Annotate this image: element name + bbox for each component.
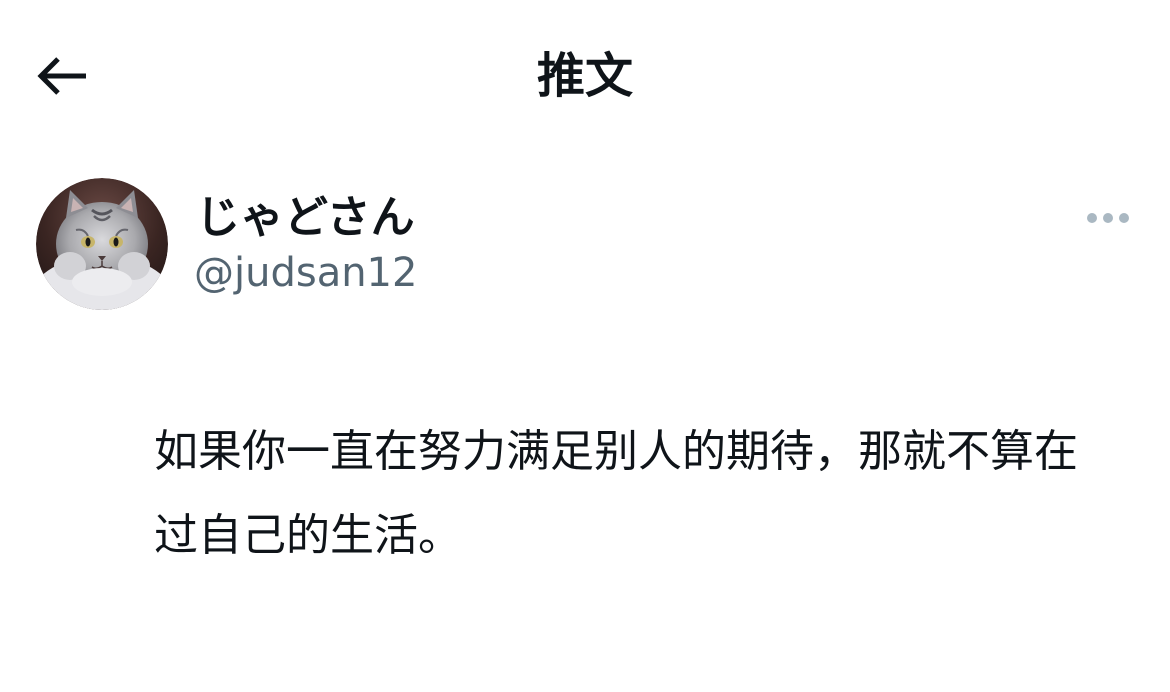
tweet-author: じゃどさん @judsan12 [0, 176, 1170, 316]
author-handle[interactable]: @judsan12 [194, 248, 417, 298]
more-horizontal-icon [1087, 213, 1129, 223]
top-nav-bar: 推文 [0, 0, 1170, 150]
page-title: 推文 [536, 48, 633, 104]
tweet-text: 如果你一直在努力满足别人的期待，那就不算在过自己的生活。 [154, 426, 1078, 561]
avatar[interactable] [36, 178, 168, 310]
back-button[interactable] [26, 44, 98, 108]
arrow-left-icon [37, 57, 86, 95]
author-display-name[interactable]: じゃどさん [196, 190, 415, 246]
cat-avatar-icon [36, 178, 168, 310]
more-options-button[interactable] [1078, 196, 1138, 240]
